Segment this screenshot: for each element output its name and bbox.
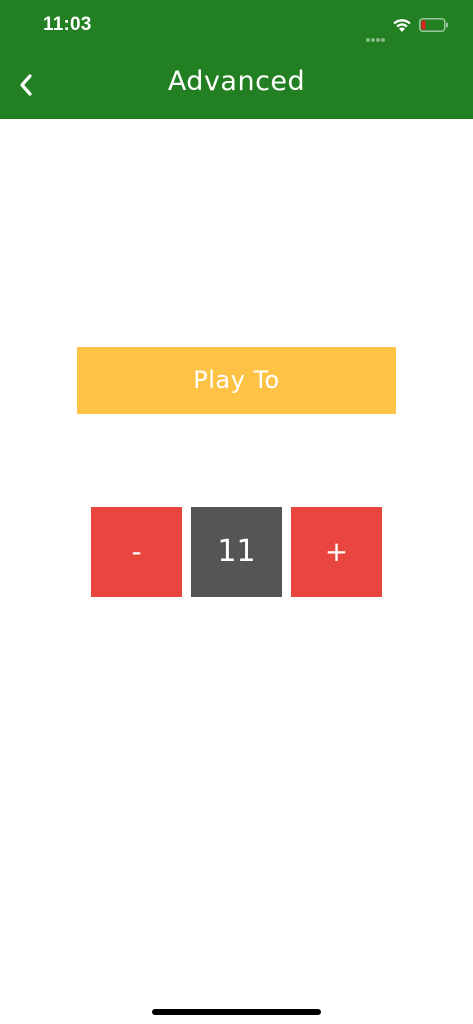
screen: 11:03 Advanced Play To - 11 + — [0, 0, 473, 1024]
status-time: 11:03 — [43, 14, 92, 35]
nav-header: 11:03 Advanced — [0, 0, 473, 119]
play-to-label: Play To — [77, 347, 396, 414]
home-indicator — [152, 1009, 321, 1015]
signal-dots-icon — [366, 27, 386, 42]
increment-button[interactable]: + — [291, 507, 382, 597]
decrement-button[interactable]: - — [91, 507, 182, 597]
wifi-icon — [393, 19, 411, 32]
play-to-value: 11 — [191, 507, 282, 597]
battery-low-icon — [419, 18, 448, 32]
page-title: Advanced — [167, 66, 306, 97]
